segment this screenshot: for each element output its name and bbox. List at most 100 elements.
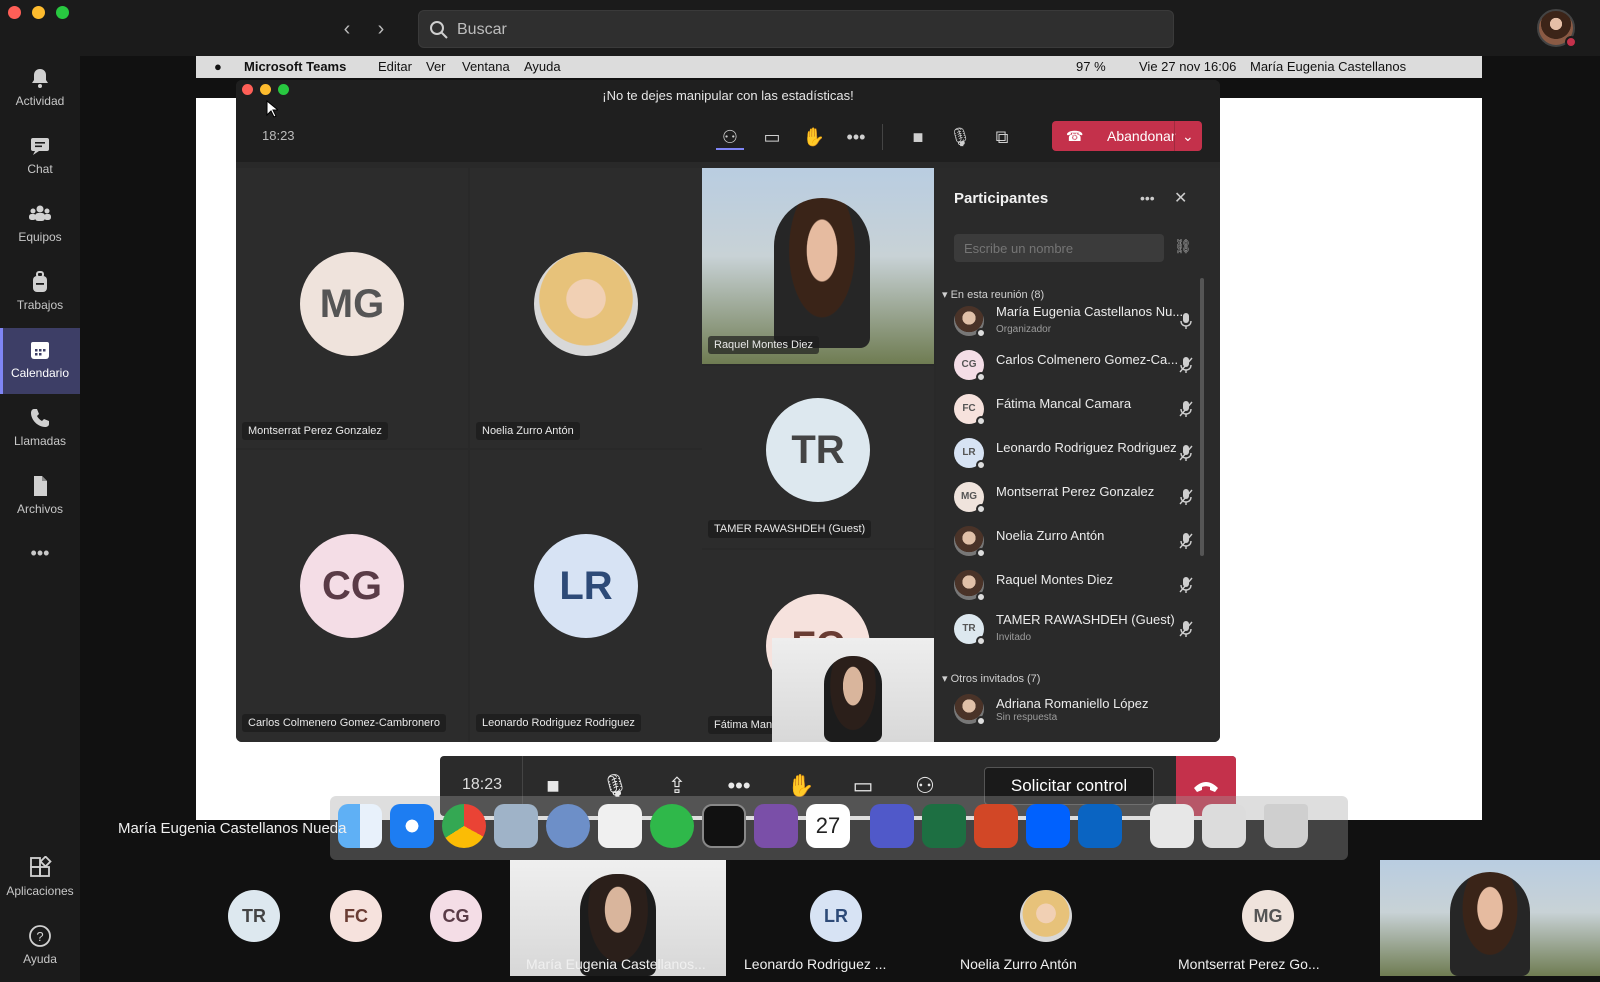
participant-row[interactable]: María Eugenia Castellanos Nu... Organizad… — [948, 302, 1198, 342]
chrome-icon[interactable] — [442, 804, 486, 848]
panel-more-button[interactable]: ••• — [1140, 190, 1155, 206]
apple-icon[interactable]: ● — [214, 59, 222, 74]
menu-editar[interactable]: Editar — [378, 59, 412, 74]
rail-item-ayuda[interactable]: ? Ayuda — [0, 914, 80, 980]
video-tile[interactable]: MG Montserrat Perez Gonzalez — [236, 168, 468, 448]
whatsapp-icon[interactable] — [650, 804, 694, 848]
tex-icon[interactable] — [754, 804, 798, 848]
menu-ver[interactable]: Ver — [426, 59, 446, 74]
participant-row[interactable]: FC Fátima Mancal Camara — [948, 390, 1198, 430]
participant-row[interactable]: Adriana Romaniello López Sin respuesta — [948, 690, 1198, 730]
participant-row[interactable]: TR TAMER RAWASHDEH (Guest) Invitado — [948, 610, 1198, 650]
mic-button[interactable]: 🎙 — [946, 124, 974, 150]
trash-icon[interactable] — [1264, 804, 1308, 848]
video-tile[interactable]: TR TAMER RAWASHDEH (Guest) — [702, 366, 934, 548]
window-icon[interactable] — [1202, 804, 1246, 848]
gallery-avatar[interactable]: LR — [810, 890, 862, 942]
outlook-icon[interactable] — [1078, 804, 1122, 848]
camera-button[interactable]: ■ — [904, 124, 932, 150]
participants-toggle-button[interactable]: ⚇ — [716, 124, 744, 150]
participant-search-input[interactable] — [954, 234, 1164, 262]
panel-scrollbar[interactable] — [1200, 278, 1204, 556]
participant-name: Fátima Mancal Camara — [996, 396, 1132, 411]
menubar-app-name[interactable]: Microsoft Teams — [244, 59, 346, 74]
close-icon[interactable]: ✕ — [1174, 188, 1187, 208]
gallery-video[interactable]: María Eugenia Castellanos... — [510, 860, 726, 976]
safari-icon[interactable] — [390, 804, 434, 848]
participant-row[interactable]: MG Montserrat Perez Gonzalez — [948, 478, 1198, 518]
meet-minimize-button[interactable] — [260, 84, 271, 95]
back-arrow-icon[interactable]: ‹ — [334, 16, 360, 42]
participant-row[interactable]: LR Leonardo Rodriguez Rodriguez — [948, 434, 1198, 474]
gallery-avatar[interactable]: CG — [430, 890, 482, 942]
video-tile[interactable]: LR Leonardo Rodriguez Rodriguez — [470, 450, 702, 742]
gallery-avatar[interactable]: MG — [1242, 890, 1294, 942]
mic-muted-icon[interactable] — [1178, 620, 1194, 638]
rail-label: Archivos — [16, 502, 63, 516]
svg-text:?: ? — [36, 929, 43, 944]
gallery-avatar-photo[interactable] — [1020, 890, 1072, 942]
rail-item-llamadas[interactable]: Llamadas — [0, 396, 80, 462]
rail-item-aplicaciones[interactable]: Aplicaciones — [0, 846, 80, 912]
mic-muted-icon[interactable] — [1178, 400, 1194, 418]
menu-ayuda[interactable]: Ayuda — [524, 59, 561, 74]
presence-badge — [976, 548, 986, 558]
close-window-button[interactable] — [8, 6, 21, 19]
forward-arrow-icon[interactable]: › — [368, 16, 394, 42]
mail-icon[interactable] — [494, 804, 538, 848]
raise-hand-button[interactable]: ✋ — [800, 124, 828, 150]
video-tile[interactable]: CG Carlos Colmenero Gomez-Cambronero — [236, 450, 468, 742]
help-icon: ? — [29, 925, 51, 947]
video-tile[interactable]: Raquel Montes Diez — [702, 168, 934, 364]
mic-muted-icon[interactable] — [1178, 532, 1194, 550]
terminal-icon[interactable] — [702, 804, 746, 848]
section-others[interactable]: ▾ Otros invitados (7) — [942, 672, 1040, 685]
search-input[interactable]: Buscar — [418, 10, 1174, 48]
tile-name: Montserrat Perez Gonzalez — [242, 422, 388, 440]
rail-item-calendario[interactable]: Calendario — [0, 328, 80, 394]
menu-ventana[interactable]: Ventana — [462, 59, 510, 74]
share-invite-icon[interactable]: ⛓ — [1174, 238, 1192, 255]
more-apps-button[interactable]: ••• — [0, 538, 80, 574]
chat-toggle-button[interactable]: ▭ — [758, 124, 786, 150]
dropbox-icon[interactable] — [1026, 804, 1070, 848]
video-tile[interactable]: Noelia Zurro Antón — [470, 168, 702, 448]
gallery-video[interactable] — [1380, 860, 1600, 976]
notes-icon[interactable] — [598, 804, 642, 848]
meeting-title: ¡No te dejes manipular con las estadísti… — [236, 80, 1220, 112]
leave-button[interactable]: ☎ Abandonar ⌄ — [1052, 121, 1202, 151]
meet-zoom-button[interactable] — [278, 84, 289, 95]
rail-item-equipos[interactable]: Equipos — [0, 192, 80, 258]
participant-row[interactable]: CG Carlos Colmenero Gomez-Ca... — [948, 346, 1198, 386]
participant-row[interactable]: Noelia Zurro Antón — [948, 522, 1198, 562]
teams-app-icon[interactable] — [870, 804, 914, 848]
calendar-app-icon[interactable]: 27 — [806, 804, 850, 848]
section-in-meeting[interactable]: ▾ En esta reunión (8) — [942, 288, 1044, 301]
gallery-avatar[interactable]: FC — [330, 890, 382, 942]
pdf-icon[interactable] — [1150, 804, 1194, 848]
stop-share-button[interactable]: ⧉ — [988, 124, 1016, 150]
minimize-window-button[interactable] — [32, 6, 45, 19]
r-icon[interactable] — [546, 804, 590, 848]
section-label: Otros invitados (7) — [950, 673, 1041, 685]
excel-icon[interactable] — [922, 804, 966, 848]
rail-item-chat[interactable]: Chat — [0, 124, 80, 190]
rail-item-archivos[interactable]: Archivos — [0, 464, 80, 530]
participant-row[interactable]: Raquel Montes Diez — [948, 566, 1198, 606]
mic-icon[interactable] — [1178, 312, 1194, 330]
mic-muted-icon[interactable] — [1178, 444, 1194, 462]
mic-muted-icon[interactable] — [1178, 356, 1194, 374]
zoom-window-button[interactable] — [56, 6, 69, 19]
gallery-avatar[interactable]: TR — [228, 890, 280, 942]
mic-muted-icon[interactable] — [1178, 488, 1194, 506]
participant-name: Carlos Colmenero Gomez-Ca... — [996, 352, 1179, 367]
rail-item-actividad[interactable]: Actividad — [0, 56, 80, 122]
chevron-down-icon[interactable]: ⌄ — [1182, 121, 1194, 151]
more-actions-button[interactable]: ••• — [842, 124, 870, 150]
powerpoint-icon[interactable] — [974, 804, 1018, 848]
mic-muted-icon[interactable] — [1178, 576, 1194, 594]
rail-label: Actividad — [15, 94, 65, 108]
video-tile[interactable]: FC Fátima Manc — [702, 550, 934, 742]
meet-close-button[interactable] — [242, 84, 253, 95]
rail-item-trabajos[interactable]: Trabajos — [0, 260, 80, 326]
